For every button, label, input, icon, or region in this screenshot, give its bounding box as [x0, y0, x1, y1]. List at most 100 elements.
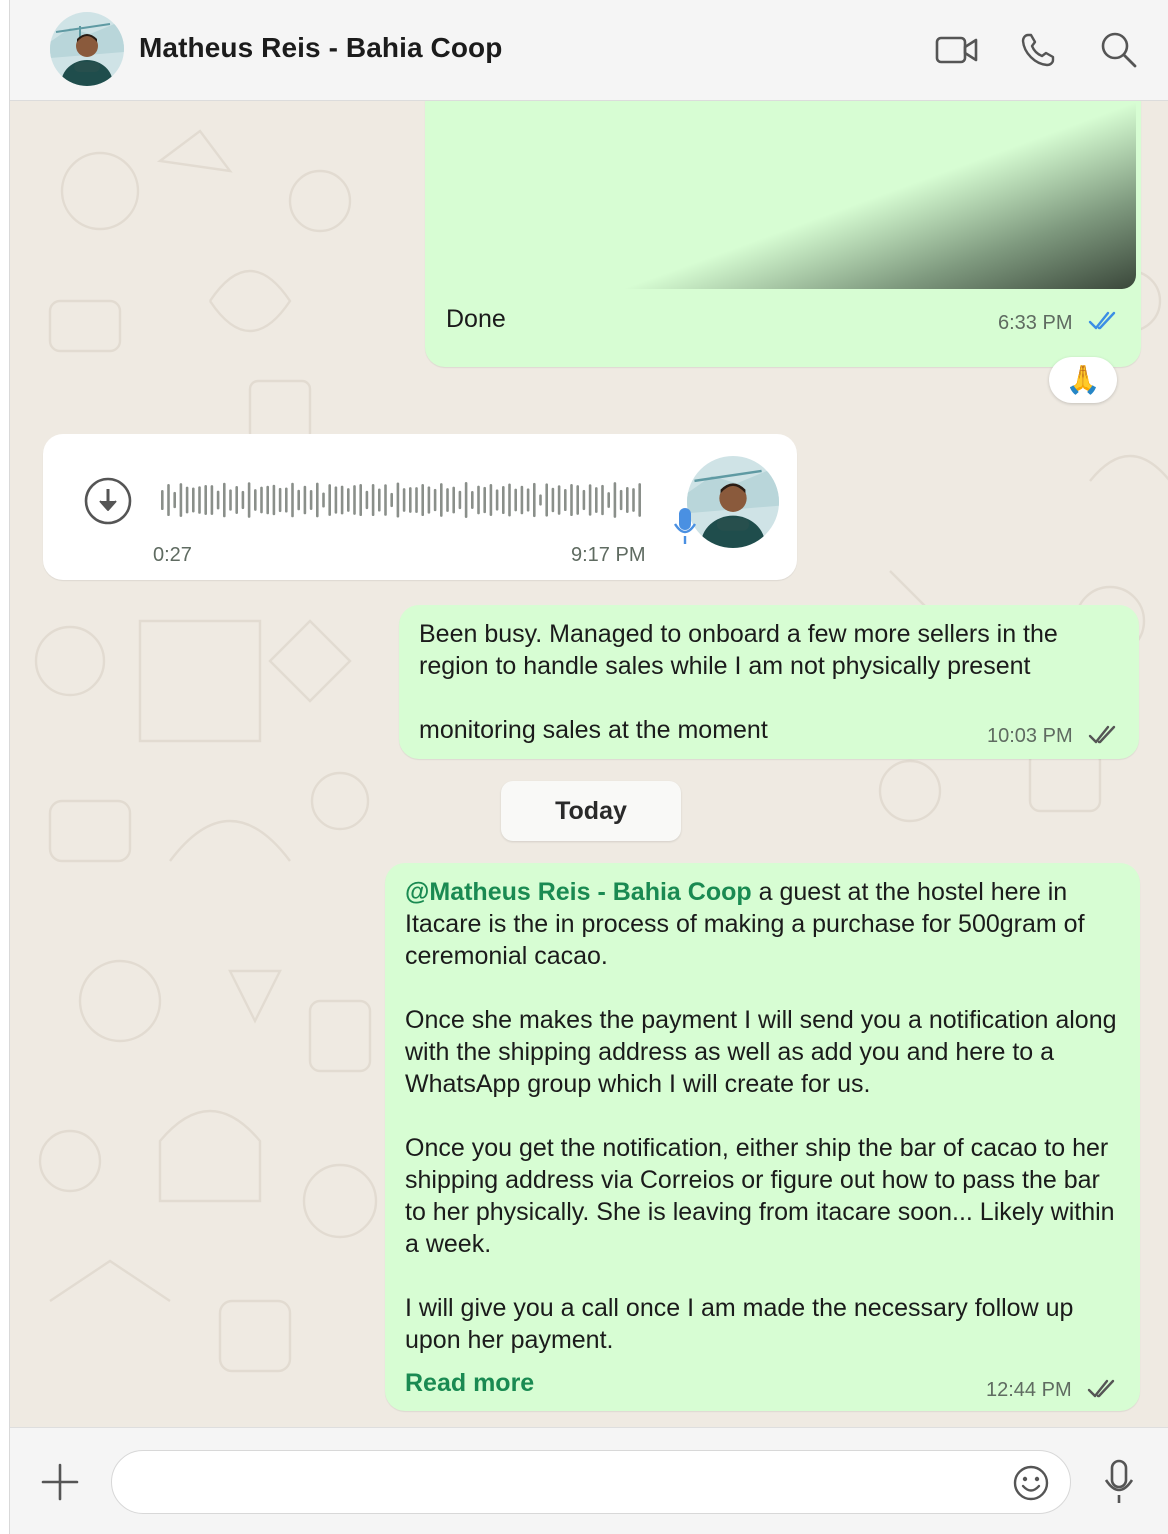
- waveform-bar: [471, 490, 474, 510]
- waveform-bar: [570, 483, 573, 517]
- message-body: a guest at the hostel here in Itacare is…: [405, 878, 1117, 1354]
- waveform-bar: [595, 487, 598, 513]
- chat-window: Matheus Reis - Bahia Coop Done 6:33 PM 🙏…: [9, 0, 1168, 1534]
- incoming-voice-message[interactable]: 0:27 9:17 PM: [43, 434, 797, 580]
- video-call-icon[interactable]: [934, 28, 980, 72]
- waveform-bar: [359, 483, 362, 517]
- waveform-bar: [576, 485, 579, 515]
- voice-call-icon[interactable]: [1016, 28, 1062, 72]
- waveform-bar: [241, 490, 245, 510]
- waveform-bar: [396, 482, 400, 518]
- waveform-bar: [291, 482, 294, 518]
- waveform-bar: [235, 486, 238, 514]
- waveform-bar: [421, 483, 424, 517]
- waveform-bar: [458, 490, 462, 510]
- message-time: 12:44 PM: [986, 1379, 1072, 1401]
- waveform-bar: [297, 489, 300, 511]
- waveform-bar: [520, 485, 524, 515]
- delivered-receipt-icon: [1088, 725, 1116, 744]
- download-icon[interactable]: [83, 476, 133, 526]
- waveform-bar: [353, 485, 356, 515]
- waveform-bar: [632, 488, 635, 512]
- waveform-bar: [545, 483, 548, 517]
- outgoing-long-message[interactable]: @Matheus Reis - Bahia Coop a guest at th…: [385, 863, 1140, 1411]
- waveform-bar: [409, 487, 412, 513]
- outgoing-text-message[interactable]: Been busy. Managed to onboard a few more…: [399, 605, 1139, 759]
- waveform-bar: [601, 484, 604, 516]
- waveform-bar: [260, 486, 263, 514]
- date-separator: Today: [501, 781, 681, 841]
- waveform-bar: [440, 483, 443, 517]
- message-time: 6:33 PM: [998, 312, 1073, 334]
- waveform-bar: [489, 484, 493, 516]
- waveform-bar: [607, 492, 610, 508]
- read-more-link[interactable]: Read more: [405, 1369, 534, 1398]
- waveform-bar: [613, 482, 617, 518]
- waveform-bar: [551, 487, 555, 513]
- search-icon[interactable]: [1096, 28, 1142, 72]
- waveform-bar: [254, 489, 257, 511]
- outgoing-media-message[interactable]: Done 6:33 PM: [425, 101, 1141, 367]
- message-input[interactable]: [111, 1450, 1071, 1514]
- waveform-bar: [477, 485, 480, 515]
- message-composer: [10, 1427, 1168, 1534]
- waveform-bar: [204, 485, 207, 515]
- waveform-bar: [328, 484, 331, 516]
- waveform-bar: [285, 487, 288, 513]
- sender-avatar: [687, 456, 779, 548]
- waveform-bar: [272, 484, 276, 516]
- message-list[interactable]: Done 6:33 PM 🙏 0:27 9:17 PM Been busy. M…: [10, 101, 1168, 1427]
- microphone-icon[interactable]: [1102, 1458, 1136, 1506]
- waveform-bar: [266, 485, 269, 515]
- waveform-bar: [247, 482, 251, 518]
- waveform-bar: [384, 484, 387, 516]
- waveform-bar: [192, 487, 195, 513]
- plus-icon[interactable]: [40, 1462, 80, 1502]
- waveform-bar: [198, 486, 201, 514]
- delivered-receipt-icon: [1087, 1379, 1115, 1398]
- waveform-bar: [229, 489, 232, 511]
- message-time: 9:17 PM: [571, 544, 646, 566]
- waveform-bar: [427, 486, 431, 514]
- waveform-bar: [526, 488, 530, 512]
- waveform-bar: [185, 486, 189, 514]
- voice-duration: 0:27: [153, 544, 192, 566]
- waveform-bar: [390, 492, 393, 508]
- emoji-icon[interactable]: [1012, 1464, 1050, 1502]
- waveform-bar: [402, 488, 406, 512]
- contact-name[interactable]: Matheus Reis - Bahia Coop: [139, 32, 502, 64]
- reaction-badge[interactable]: 🙏: [1049, 357, 1117, 403]
- waveform-bar: [619, 489, 623, 511]
- waveform-bar: [316, 482, 319, 518]
- waveform-bar: [161, 490, 164, 510]
- waveform-bar: [334, 486, 338, 514]
- message-caption: Done: [446, 305, 506, 333]
- waveform-bar: [167, 483, 170, 517]
- waveform-bar: [216, 490, 220, 510]
- waveform-bar: [452, 486, 455, 514]
- waveform-bar: [582, 489, 586, 511]
- waveform-bar: [378, 488, 381, 512]
- waveform-bar: [210, 485, 214, 515]
- voice-note-mic-icon: [673, 508, 697, 544]
- waveform-bar: [626, 487, 629, 513]
- waveform-bar: [340, 485, 344, 515]
- waveform-bar: [433, 488, 437, 512]
- waveform-bar: [415, 487, 418, 513]
- waveform-bar: [371, 483, 375, 517]
- media-image[interactable]: [430, 101, 1136, 289]
- mention-link[interactable]: @Matheus Reis - Bahia Coop: [405, 878, 752, 906]
- waveform-bar: [495, 489, 499, 511]
- waveform-bar: [347, 488, 350, 512]
- waveform-bar: [533, 482, 536, 518]
- waveform-bar: [303, 485, 307, 515]
- audio-waveform[interactable]: [161, 478, 645, 522]
- contact-avatar[interactable]: [50, 12, 124, 86]
- waveform-bar: [588, 484, 592, 516]
- waveform-bar: [502, 485, 505, 515]
- waveform-bar: [173, 491, 176, 509]
- read-receipt-icon: [1088, 311, 1116, 330]
- waveform-bar: [365, 490, 369, 510]
- waveform-bar: [223, 482, 226, 518]
- waveform-bar: [564, 489, 567, 511]
